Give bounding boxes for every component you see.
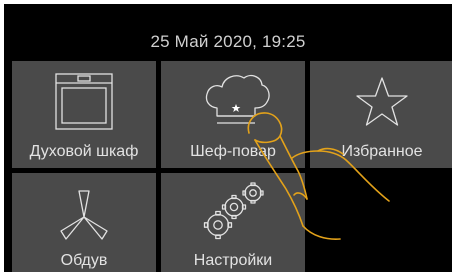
tile-fan[interactable]: Обдув	[12, 173, 156, 272]
datetime-display: 25 Май 2020, 19:25	[150, 32, 306, 51]
tile-settings-label: Настройки	[193, 252, 273, 269]
tile-settings[interactable]: Настройки	[161, 173, 305, 272]
tile-favorites[interactable]: Избранное	[310, 61, 452, 168]
tile-oven[interactable]: Духовой шкаф	[12, 61, 156, 168]
tile-chef[interactable]: Шеф-повар	[161, 61, 305, 168]
tile-favorites-label: Избранное	[341, 143, 423, 160]
tile-oven-label: Духовой шкаф	[29, 143, 139, 160]
control-panel-screen: 25 Май 2020, 19:25 Духовой шкаф Шеф-пова…	[4, 4, 452, 272]
tile-fan-label: Обдув	[60, 252, 108, 269]
tile-chef-label: Шеф-повар	[190, 143, 276, 160]
